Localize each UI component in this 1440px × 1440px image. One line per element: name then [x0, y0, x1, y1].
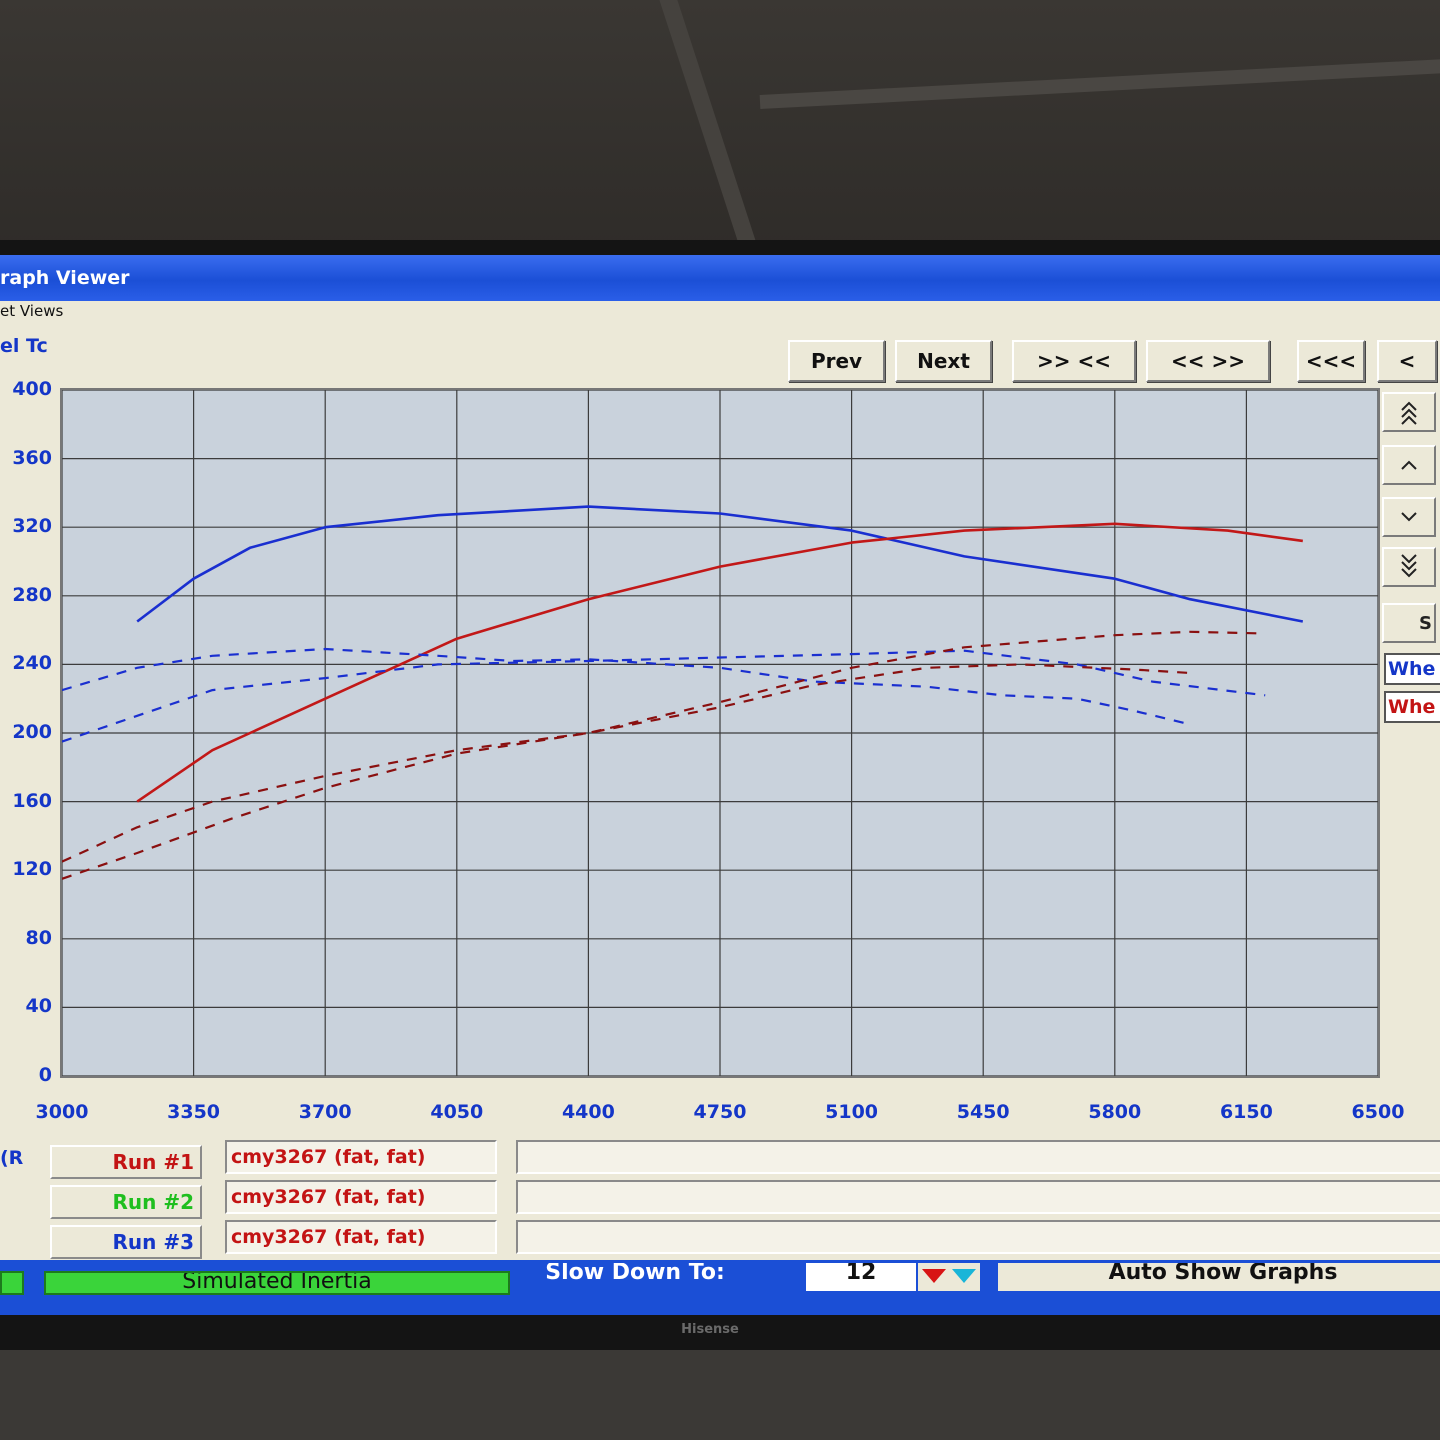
x-tick-label: 6150: [1219, 1101, 1273, 1123]
chevron-down-icon: [1401, 512, 1417, 522]
chevron-up-icon: [1401, 460, 1417, 470]
auto-show-graphs-toggle[interactable]: Auto Show Graphs: [998, 1263, 1440, 1291]
triangle-down-icons: [922, 1269, 976, 1283]
series-line-6: [61, 630, 1266, 880]
runs-left-fragment: (R: [0, 1147, 24, 1169]
prev-button[interactable]: Prev: [788, 340, 885, 382]
menu-views[interactable]: et Views: [0, 302, 63, 320]
slowdown-value[interactable]: 12: [806, 1263, 916, 1291]
window-titlebar: raph Viewer: [0, 255, 1440, 301]
status-indicator: [0, 1271, 24, 1295]
double-chevron-down-button[interactable]: [1382, 547, 1436, 587]
y-tick-label: 240: [12, 652, 52, 675]
chevron-down-button[interactable]: [1382, 497, 1436, 537]
ceiling-beam-horizontal: [759, 58, 1440, 109]
plot-area: [60, 388, 1380, 1078]
run-2-label[interactable]: Run #2: [50, 1185, 202, 1219]
run-1-name[interactable]: cmy3267 (fat, fat): [225, 1140, 497, 1174]
y-tick-label: 360: [12, 446, 52, 469]
y-tick-label: 200: [12, 721, 52, 743]
legend-box-blue[interactable]: Whe: [1384, 653, 1440, 685]
run-2-name[interactable]: cmy3267 (fat, fat): [225, 1180, 497, 1214]
x-tick-label: 3700: [298, 1101, 352, 1123]
zoom-in-button[interactable]: >> <<: [1012, 340, 1136, 382]
x-tick-label: 5450: [956, 1101, 1010, 1123]
y-tick-label: 80: [25, 926, 52, 949]
left-axis-label: el Tc: [0, 335, 48, 357]
y-tick-label: 0: [38, 1064, 52, 1086]
x-tick-label: 4750: [693, 1101, 747, 1123]
floor: [0, 1350, 1440, 1440]
scroll-left-far-button[interactable]: <<<: [1297, 340, 1365, 382]
scroll-left-button[interactable]: <: [1377, 340, 1437, 382]
series-line-5: [61, 663, 1191, 863]
y-tick-label: 160: [12, 789, 52, 812]
x-tick-label: 4050: [430, 1101, 484, 1123]
run-3-label[interactable]: Run #3: [50, 1225, 202, 1259]
x-tick-label: 6500: [1351, 1101, 1405, 1123]
x-tick-label: 4400: [561, 1101, 615, 1123]
y-tick-label: 40: [25, 995, 52, 1018]
screen: raph Viewer et Views el Tc Prev Next >> …: [0, 255, 1440, 1315]
double-chevron-up-button[interactable]: [1382, 392, 1436, 432]
run-3-name[interactable]: cmy3267 (fat, fat): [225, 1220, 497, 1254]
y-tick-label: 120: [12, 858, 52, 881]
next-button[interactable]: Next: [895, 340, 992, 382]
x-tick-label: 5800: [1088, 1101, 1142, 1123]
simulated-inertia-toggle[interactable]: Simulated Inertia: [44, 1271, 510, 1295]
slowdown-label: Slow Down To:: [545, 1263, 725, 1285]
monitor-brand: Hisense: [681, 1322, 739, 1337]
run-1-notes[interactable]: [516, 1140, 1440, 1174]
x-tick-label: 3350: [167, 1101, 221, 1123]
ceiling-beam: [659, 0, 759, 250]
background-wall: [0, 0, 1440, 250]
run-2-notes[interactable]: [516, 1180, 1440, 1214]
y-tick-label: 280: [12, 583, 52, 606]
x-tick-label: 5100: [825, 1101, 879, 1123]
side-panel-fragment[interactable]: S: [1382, 603, 1436, 643]
run-3-notes[interactable]: [516, 1220, 1440, 1254]
x-tick-label: 3000: [35, 1101, 89, 1123]
y-tick-label: 320: [12, 515, 52, 538]
y-tick-label: 400: [12, 378, 52, 400]
chart-svg: [61, 389, 1379, 1077]
legend-box-red[interactable]: Whe: [1384, 691, 1440, 723]
chevron-up-button[interactable]: [1382, 445, 1436, 485]
double-chevron-up-icon: [1401, 401, 1417, 425]
window-title: raph Viewer: [0, 267, 130, 289]
menubar: et Views: [0, 301, 1440, 325]
double-chevron-down-icon: [1401, 554, 1417, 578]
run-1-label[interactable]: Run #1: [50, 1145, 202, 1179]
zoom-out-button[interactable]: << >>: [1146, 340, 1270, 382]
slowdown-stepper[interactable]: [918, 1263, 980, 1291]
